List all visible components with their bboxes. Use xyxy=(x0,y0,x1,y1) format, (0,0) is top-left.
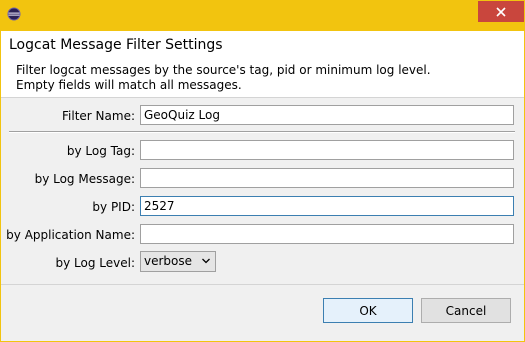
app-name-input[interactable] xyxy=(140,224,514,244)
cancel-button[interactable]: Cancel xyxy=(421,298,511,323)
title-bar[interactable] xyxy=(1,1,524,31)
log-level-select[interactable]: verbose xyxy=(140,251,216,272)
description-line-1: Filter logcat messages by the source's t… xyxy=(16,63,431,77)
close-icon xyxy=(496,6,506,17)
description-line-2: Empty fields will match all messages. xyxy=(16,78,242,92)
log-tag-input[interactable] xyxy=(140,140,514,160)
pid-input[interactable] xyxy=(140,196,514,216)
dialog-header: Logcat Message Filter Settings Filter lo… xyxy=(1,31,524,98)
log-message-input[interactable] xyxy=(140,168,514,188)
dialog-description: Filter logcat messages by the source's t… xyxy=(16,63,431,93)
form-separator xyxy=(9,131,515,133)
ok-button[interactable]: OK xyxy=(323,298,413,323)
log-level-value: verbose xyxy=(144,254,193,268)
filter-name-input[interactable] xyxy=(140,105,514,125)
chevron-down-icon xyxy=(202,258,210,264)
log-tag-label: by Log Tag: xyxy=(66,144,135,158)
pid-label: by PID: xyxy=(92,200,135,214)
eclipse-app-icon xyxy=(7,7,21,21)
filter-name-label: Filter Name: xyxy=(62,109,135,123)
close-button[interactable] xyxy=(478,1,524,22)
dialog-title: Logcat Message Filter Settings xyxy=(9,37,223,53)
log-level-label: by Log Level: xyxy=(55,256,136,270)
button-bar-separator xyxy=(1,284,524,285)
dialog-window: Logcat Message Filter Settings Filter lo… xyxy=(0,0,525,342)
app-name-label: by Application Name: xyxy=(6,228,135,242)
log-message-label: by Log Message: xyxy=(34,172,135,186)
